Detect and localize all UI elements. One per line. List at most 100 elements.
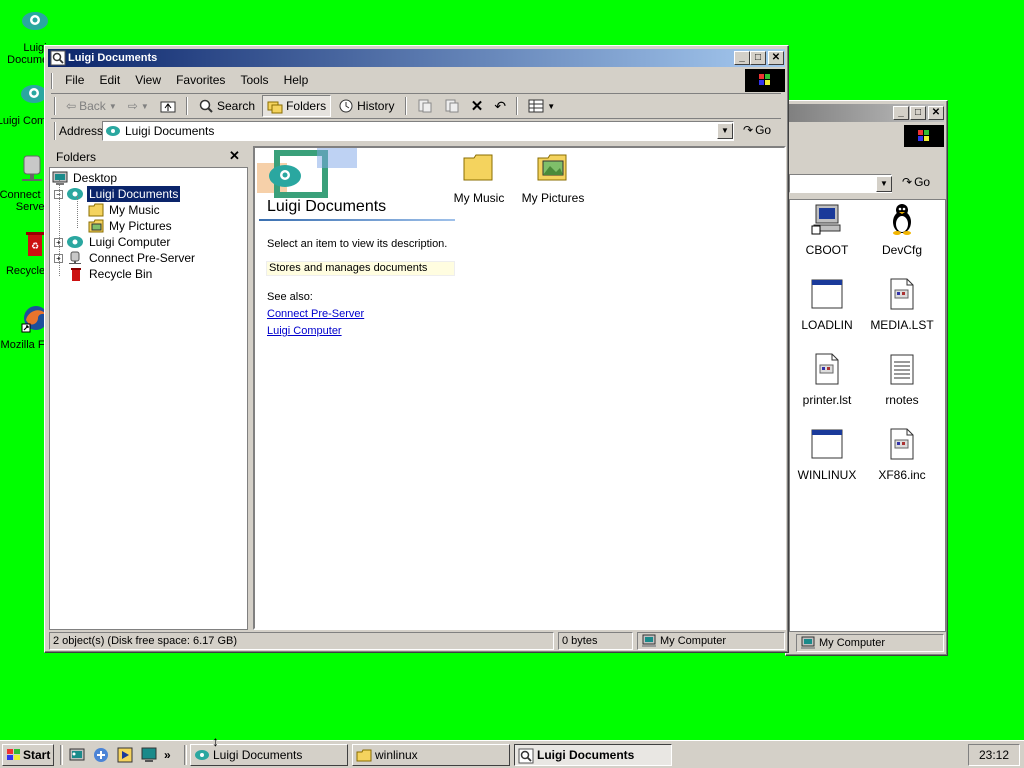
cloud-folder-icon bbox=[195, 750, 209, 760]
menu-help[interactable]: Help bbox=[278, 70, 315, 90]
item-my-music[interactable]: My Music bbox=[439, 150, 519, 205]
chevron-down-icon: ▼ bbox=[140, 101, 149, 111]
menu-favorites[interactable]: Favorites bbox=[170, 70, 231, 90]
tree-item-connect-pre-server[interactable]: + Connect Pre-Server bbox=[54, 250, 197, 266]
file-item-rnotes[interactable]: rnotes bbox=[862, 352, 942, 407]
chevron-right-icon[interactable]: » bbox=[164, 748, 171, 762]
tree-item-my-music[interactable]: My Music bbox=[88, 202, 162, 218]
file-item-xf86-inc[interactable]: XF86.inc bbox=[862, 427, 942, 482]
tree-item-my-pictures[interactable]: My Pictures bbox=[88, 218, 174, 234]
forward-arrow-icon: ⇨ bbox=[127, 99, 138, 113]
luigi-documents-window[interactable]: Luigi Documents _ □ ✕ File Edit View Fav… bbox=[44, 45, 789, 653]
main-titlebar[interactable]: Luigi Documents bbox=[48, 49, 785, 67]
minimize-button[interactable]: _ bbox=[734, 51, 750, 65]
maximize-button[interactable]: □ bbox=[750, 51, 766, 65]
folder-banner-graphic bbox=[257, 148, 357, 198]
go-button[interactable]: ↷ Go bbox=[743, 123, 771, 137]
winlinux-file-view[interactable]: CBOOT DevCfg LOADLIN MEDIA.LST printer.l… bbox=[789, 199, 946, 632]
file-item-loadlin[interactable]: LOADLIN bbox=[787, 277, 867, 332]
menu-file[interactable]: File bbox=[59, 70, 90, 90]
resize-cursor-icon: ↕ bbox=[212, 733, 219, 749]
close-button[interactable]: ✕ bbox=[928, 106, 944, 120]
views-button[interactable]: ▼ bbox=[524, 95, 559, 117]
delete-button[interactable]: ✕ bbox=[467, 95, 488, 117]
explorer-icon bbox=[50, 50, 66, 66]
pictures-folder-icon bbox=[88, 219, 104, 233]
file-item-devcfg[interactable]: DevCfg bbox=[862, 202, 942, 257]
file-item-winlinux[interactable]: WINLINUX bbox=[787, 427, 867, 482]
close-button[interactable]: ✕ bbox=[768, 51, 784, 65]
file-label: WINLINUX bbox=[797, 468, 857, 482]
tree-item-luigi-computer[interactable]: + Luigi Computer bbox=[54, 234, 172, 250]
display-icon[interactable] bbox=[140, 746, 158, 764]
close-pane-icon[interactable]: ✕ bbox=[229, 148, 240, 164]
tree-item-desktop[interactable]: Desktop bbox=[52, 170, 119, 186]
chevron-down-icon: ▼ bbox=[547, 101, 556, 111]
folders-button[interactable]: Folders bbox=[262, 95, 332, 117]
standard-toolbar: ⇦ Back ▼ ⇨ ▼ Search Folders History ✕ ↶ … bbox=[51, 93, 781, 119]
file-item-cboot[interactable]: CBOOT bbox=[787, 202, 867, 257]
go-button[interactable]: ↷ Go bbox=[902, 175, 930, 189]
system-tray: 23:12 bbox=[968, 744, 1020, 766]
info-heading: Luigi Documents bbox=[267, 198, 387, 215]
my-computer-icon bbox=[801, 636, 815, 649]
link-luigi-computer[interactable]: Luigi Computer bbox=[267, 325, 342, 337]
up-folder-icon bbox=[160, 101, 176, 113]
history-button[interactable]: History bbox=[334, 95, 398, 117]
show-desktop-icon[interactable] bbox=[68, 746, 86, 764]
task-luigi-documents-2[interactable]: Luigi Documents bbox=[514, 744, 672, 766]
forward-button[interactable]: ⇨ ▼ bbox=[124, 95, 153, 117]
address-dropdown-button[interactable]: ▼ bbox=[717, 123, 733, 139]
clock[interactable]: 23:12 bbox=[979, 748, 1009, 762]
status-zone: My Computer bbox=[637, 632, 785, 650]
folder-icon bbox=[463, 154, 493, 181]
file-item-media-lst[interactable]: MEDIA.LST bbox=[862, 277, 942, 332]
recycle-bin-icon bbox=[71, 268, 81, 281]
cloud-folder-icon bbox=[22, 12, 48, 30]
penguin-icon bbox=[893, 204, 911, 235]
file-label: XF86.inc bbox=[878, 468, 926, 482]
task-winlinux[interactable]: winlinux bbox=[352, 744, 510, 766]
content-pane[interactable]: Luigi Documents Select an item to view i… bbox=[253, 146, 786, 630]
maximize-button[interactable]: □ bbox=[910, 106, 926, 120]
taskbar-separator bbox=[184, 745, 187, 765]
address-input[interactable]: Luigi Documents bbox=[102, 121, 734, 141]
link-connect-pre-server[interactable]: Connect Pre-Server bbox=[267, 308, 364, 320]
file-item-printer-lst[interactable]: printer.lst bbox=[787, 352, 867, 407]
file-label: rnotes bbox=[885, 393, 919, 407]
up-folder-button[interactable] bbox=[156, 95, 180, 117]
taskbar: Start » Luigi Documents winlinux Luigi D… bbox=[0, 740, 1024, 768]
media-player-icon[interactable] bbox=[116, 746, 134, 764]
item-my-pictures[interactable]: My Pictures bbox=[513, 150, 593, 205]
minimize-button[interactable]: _ bbox=[893, 106, 909, 120]
tree-item-recycle-bin[interactable]: Recycle Bin bbox=[68, 266, 154, 282]
folder-icon bbox=[356, 749, 372, 762]
copy-to-button[interactable] bbox=[440, 95, 464, 117]
network-icon[interactable] bbox=[92, 746, 110, 764]
text-file-icon bbox=[890, 428, 914, 460]
item-label: My Music bbox=[453, 191, 505, 205]
winlinux-window[interactable]: winlinux _ □ ✕ ▼ ↷ Go CBOOT DevCfg LOADL… bbox=[785, 100, 948, 656]
taskbar-separator bbox=[60, 745, 63, 765]
search-button[interactable]: Search bbox=[194, 95, 259, 117]
quick-launch-bar: » bbox=[68, 746, 180, 764]
tree-line bbox=[77, 196, 78, 228]
windows-logo-icon bbox=[745, 69, 785, 92]
back-button[interactable]: ⇦ Back ▼ bbox=[62, 95, 121, 117]
menu-edit[interactable]: Edit bbox=[93, 70, 126, 90]
info-heading-underline bbox=[259, 219, 455, 221]
item-label: My Pictures bbox=[521, 191, 585, 205]
folders-pane-header: Folders ✕ bbox=[49, 146, 248, 166]
folders-pane-title: Folders bbox=[56, 150, 97, 164]
windows-flag-icon bbox=[7, 749, 20, 760]
start-button[interactable]: Start bbox=[2, 744, 54, 766]
status-zone: My Computer bbox=[796, 634, 944, 652]
menu-view[interactable]: View bbox=[129, 70, 167, 90]
address-dropdown-button[interactable]: ▼ bbox=[876, 176, 892, 192]
move-to-button[interactable] bbox=[413, 95, 437, 117]
undo-button[interactable]: ↶ bbox=[490, 95, 510, 117]
folder-tree[interactable]: Desktop − Luigi Documents My Music My Pi… bbox=[49, 167, 248, 630]
menu-tools[interactable]: Tools bbox=[235, 70, 275, 90]
folders-pane: Folders ✕ Desktop − Luigi Documents My M… bbox=[49, 146, 248, 631]
tree-item-luigi-documents[interactable]: − Luigi Documents bbox=[54, 185, 182, 203]
